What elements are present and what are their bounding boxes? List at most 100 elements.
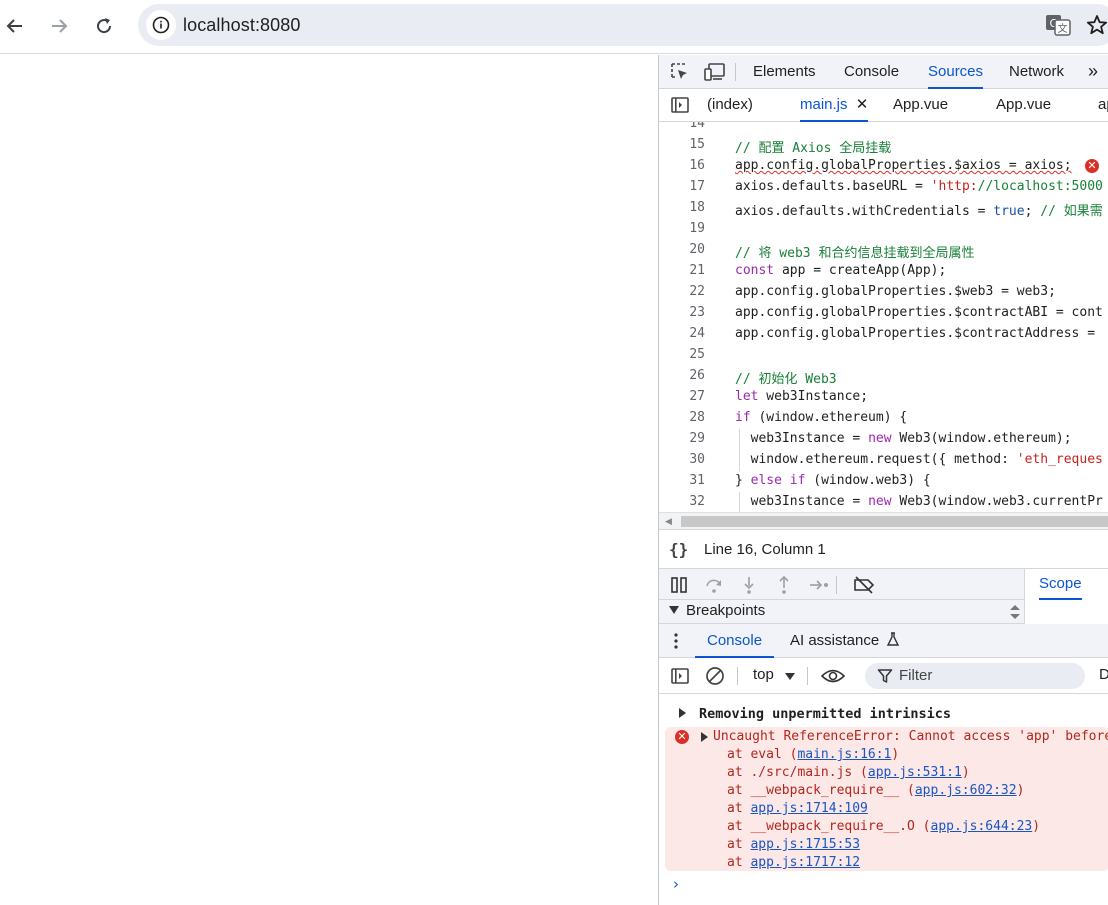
eye-icon bbox=[821, 669, 845, 683]
code-line[interactable]: 17 axios.defaults.baseURL = 'http://local… bbox=[659, 177, 1108, 198]
close-icon[interactable]: ✕ bbox=[856, 96, 869, 113]
drawer-tab-ai-assistance[interactable]: AI assistance bbox=[790, 624, 900, 658]
console-prompt[interactable]: › bbox=[673, 875, 679, 893]
console-group-message[interactable]: Removing unpermitted intrinsics bbox=[659, 700, 1108, 726]
line-number[interactable]: 17 bbox=[659, 179, 705, 194]
source-link[interactable]: app.js:644:23 bbox=[931, 819, 1033, 834]
filter-input[interactable]: Filter bbox=[865, 663, 1085, 689]
breakpoints-section[interactable]: Breakpoints bbox=[659, 600, 1108, 624]
file-tab-app-vue-2[interactable]: App.vue bbox=[996, 89, 1051, 122]
clear-console-button[interactable] bbox=[703, 664, 727, 688]
more-tabs-button[interactable]: » bbox=[1088, 55, 1098, 89]
pretty-print-icon[interactable]: {} bbox=[669, 540, 688, 559]
code-line[interactable]: 14 bbox=[659, 122, 1108, 135]
line-number[interactable]: 24 bbox=[659, 326, 705, 341]
step-button[interactable] bbox=[807, 573, 831, 597]
code-line[interactable]: 21 const app = createApp(App); bbox=[659, 261, 1108, 282]
forward-button[interactable] bbox=[44, 11, 74, 41]
line-number[interactable]: 25 bbox=[659, 347, 705, 362]
address-bar[interactable]: localhost:8080 G文 bbox=[138, 4, 1108, 46]
line-number[interactable]: 14 bbox=[659, 122, 705, 131]
code-line[interactable]: 24 app.config.globalProperties.$contractA… bbox=[659, 324, 1108, 345]
line-number[interactable]: 21 bbox=[659, 263, 705, 278]
device-toolbar-button[interactable] bbox=[703, 60, 727, 84]
code-line[interactable]: 25 bbox=[659, 345, 1108, 366]
file-tab-index[interactable]: (index) bbox=[707, 89, 753, 122]
code-line[interactable]: 29 web3Instance = new Web3(window.ethere… bbox=[659, 429, 1108, 450]
file-tab-app-js[interactable]: ap bbox=[1098, 89, 1108, 122]
code-line[interactable]: 28 if (window.ethereum) { bbox=[659, 408, 1108, 429]
tab-sources[interactable]: Sources bbox=[928, 55, 984, 89]
scrollbar-thumb[interactable] bbox=[681, 516, 1108, 527]
code-line[interactable]: 16 app.config.globalProperties.$axios = a… bbox=[659, 156, 1108, 177]
caret-right-icon[interactable] bbox=[701, 732, 708, 742]
step-into-button[interactable] bbox=[737, 573, 761, 597]
line-number[interactable]: 32 bbox=[659, 494, 705, 509]
code-line[interactable]: 18 axios.defaults.withCredentials = true;… bbox=[659, 198, 1108, 219]
code-line[interactable]: 19 bbox=[659, 219, 1108, 240]
tab-network[interactable]: Network bbox=[1009, 55, 1064, 89]
file-tab-app-vue[interactable]: App.vue bbox=[893, 89, 948, 122]
code-line[interactable]: 27 let web3Instance; bbox=[659, 387, 1108, 408]
context-selector[interactable]: top bbox=[753, 666, 774, 683]
translate-button[interactable]: G文 bbox=[1045, 13, 1071, 41]
drawer-tab-console[interactable]: Console bbox=[695, 624, 775, 658]
code-line[interactable]: 32 web3Instance = new Web3(window.web3.c… bbox=[659, 492, 1108, 512]
bookmark-button[interactable] bbox=[1086, 14, 1108, 40]
kebab-menu-icon[interactable] bbox=[673, 632, 679, 650]
source-link[interactable]: app.js:602:32 bbox=[915, 783, 1017, 798]
line-number[interactable]: 16 bbox=[659, 158, 705, 173]
code-line[interactable]: 23 app.config.globalProperties.$contractA… bbox=[659, 303, 1108, 324]
source-link[interactable]: app.js:1717:12 bbox=[750, 855, 860, 870]
line-number[interactable]: 29 bbox=[659, 431, 705, 446]
reload-button[interactable] bbox=[89, 11, 119, 41]
code-line[interactable]: 20 // 将 web3 和合约信息挂载到全局属性 bbox=[659, 240, 1108, 261]
file-tab-main-js[interactable]: main.js ✕ bbox=[800, 89, 869, 122]
line-number[interactable]: 31 bbox=[659, 473, 705, 488]
error-marker-icon[interactable]: ✕ bbox=[1085, 159, 1099, 173]
stack-frame: at __webpack_require__ (app.js:602:32) bbox=[727, 783, 1024, 798]
drawer-tab-bar: Console AI assistance bbox=[659, 624, 1108, 658]
live-expression-button[interactable] bbox=[820, 664, 846, 688]
line-number[interactable]: 20 bbox=[659, 242, 705, 257]
scroll-left-arrow-icon[interactable]: ◀ bbox=[665, 516, 672, 527]
line-number[interactable]: 18 bbox=[659, 200, 705, 215]
horizontal-scrollbar[interactable]: ◀ bbox=[659, 512, 1108, 529]
pause-button[interactable] bbox=[667, 573, 691, 597]
site-info-button[interactable] bbox=[146, 10, 176, 40]
code-text: // 配置 Axios 全局挂载 bbox=[735, 141, 892, 156]
log-levels-dropdown[interactable]: D bbox=[1099, 666, 1108, 683]
url-text[interactable]: localhost:8080 bbox=[183, 15, 301, 36]
source-link[interactable]: main.js:16:1 bbox=[797, 747, 891, 762]
code-line[interactable]: 15 // 配置 Axios 全局挂载 bbox=[659, 135, 1108, 156]
source-link[interactable]: app.js:1714:109 bbox=[750, 801, 867, 816]
group-message-text: Removing unpermitted intrinsics bbox=[699, 706, 951, 722]
step-over-button[interactable] bbox=[702, 573, 726, 597]
code-line[interactable]: 26 // 初始化 Web3 bbox=[659, 366, 1108, 387]
console-sidebar-button[interactable] bbox=[668, 664, 692, 688]
line-number[interactable]: 27 bbox=[659, 389, 705, 404]
resize-grip-icon[interactable] bbox=[1007, 601, 1023, 623]
line-number[interactable]: 22 bbox=[659, 284, 705, 299]
line-number[interactable]: 15 bbox=[659, 137, 705, 152]
source-link[interactable]: app.js:1715:53 bbox=[750, 837, 860, 852]
step-out-button[interactable] bbox=[772, 573, 796, 597]
line-number[interactable]: 30 bbox=[659, 452, 705, 467]
stack-frame: at app.js:1714:109 bbox=[727, 801, 868, 816]
deactivate-breakpoints-button[interactable] bbox=[852, 573, 876, 597]
toggle-navigator-button[interactable] bbox=[668, 93, 692, 117]
code-line[interactable]: 31} else if (window.web3) { bbox=[659, 471, 1108, 492]
line-number[interactable]: 28 bbox=[659, 410, 705, 425]
code-line[interactable]: 22 app.config.globalProperties.$web3 = we… bbox=[659, 282, 1108, 303]
tab-scope[interactable]: Scope bbox=[1039, 569, 1082, 600]
back-button[interactable] bbox=[0, 11, 30, 41]
line-number[interactable]: 19 bbox=[659, 221, 705, 236]
source-link[interactable]: app.js:531:1 bbox=[868, 765, 962, 780]
inspect-element-button[interactable] bbox=[668, 60, 692, 84]
tab-console[interactable]: Console bbox=[844, 55, 899, 89]
tab-elements[interactable]: Elements bbox=[753, 55, 816, 89]
line-number[interactable]: 26 bbox=[659, 368, 705, 383]
code-line[interactable]: 30 window.ethereum.request({ method: 'et… bbox=[659, 450, 1108, 471]
line-number[interactable]: 23 bbox=[659, 305, 705, 320]
code-editor[interactable]: 14 15 // 配置 Axios 全局挂载 16 app.config.globalP… bbox=[659, 122, 1108, 512]
